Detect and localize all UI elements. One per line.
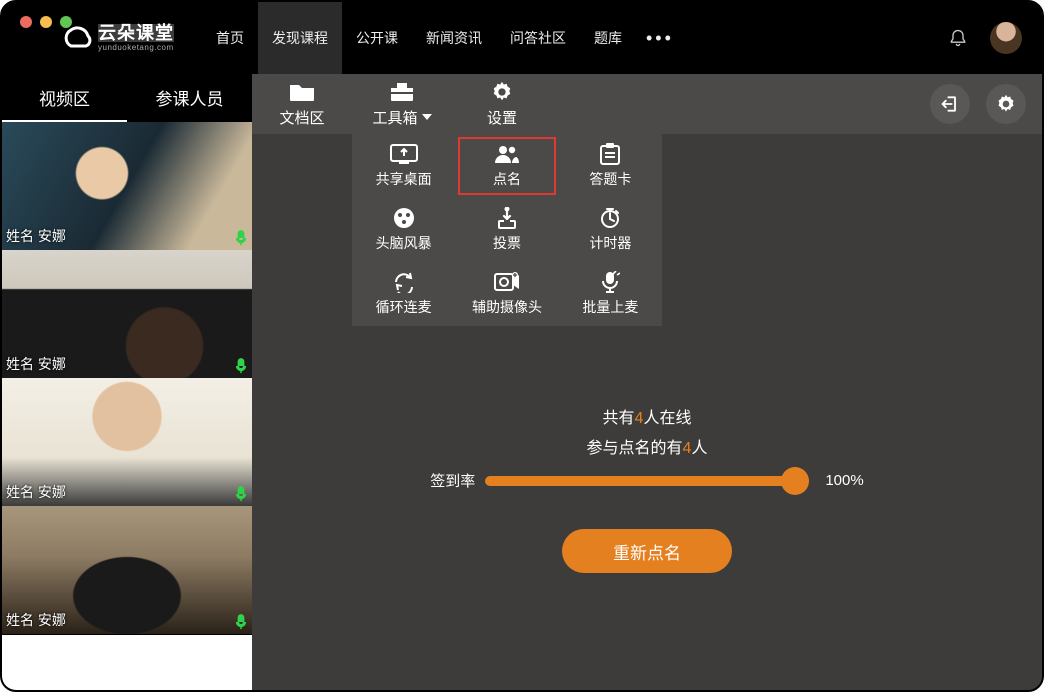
nav-open-courses[interactable]: 公开课	[342, 2, 412, 74]
tool-aux-camera[interactable]: 辅助摄像头	[455, 262, 558, 326]
tab-toolbox[interactable]: 工具箱	[352, 74, 452, 134]
top-nav: 首页 发现课程 公开课 新闻资讯 问答社区 题库 •••	[202, 2, 684, 74]
nav-news[interactable]: 新闻资讯	[412, 2, 496, 74]
app-window: 云朵课堂 yunduoketang.com 首页 发现课程 公开课 新闻资讯 问…	[0, 0, 1044, 692]
signin-rate-bar	[485, 476, 795, 486]
mic-active-icon	[234, 230, 248, 246]
rollcall-stats: 共有4人在线 参与点名的有4人 签到率 100% 重新点名	[252, 404, 1042, 573]
main-panel: 文档区 工具箱 设置	[252, 74, 1042, 690]
user-avatar[interactable]	[990, 22, 1022, 54]
main-tabs: 文档区 工具箱 设置	[252, 74, 1042, 134]
mic-active-icon	[234, 486, 248, 502]
tab-participants[interactable]: 参课人员	[127, 74, 252, 122]
vote-icon	[497, 207, 517, 229]
tool-loop-mic[interactable]: 循环连麦	[352, 262, 455, 326]
chevron-down-icon	[422, 114, 432, 120]
brainstorm-icon	[393, 207, 415, 229]
tool-batch-mic[interactable]: 批量上麦	[559, 262, 662, 326]
video-tile[interactable]: 姓名 安娜	[2, 378, 252, 506]
video-list: 姓名 安娜 姓名 安娜 姓名 安娜 姓名 安娜	[2, 122, 252, 690]
nav-discover-courses[interactable]: 发现课程	[258, 2, 342, 74]
video-tile[interactable]: 姓名 安娜	[2, 250, 252, 378]
batch-mic-icon	[600, 271, 620, 293]
top-bar: 云朵课堂 yunduoketang.com 首页 发现课程 公开课 新闻资讯 问…	[2, 2, 1042, 74]
tool-roll-call[interactable]: 点名	[455, 134, 558, 198]
signin-rate-value: 100%	[825, 472, 863, 489]
exit-button[interactable]	[930, 84, 970, 124]
empty-video-slot	[2, 634, 252, 690]
people-icon	[494, 143, 520, 165]
video-tile[interactable]: 姓名 安娜	[2, 506, 252, 634]
sidebar: 视频区 参课人员 姓名 安娜 姓名 安娜 姓名 安娜	[2, 74, 252, 690]
tab-video-area[interactable]: 视频区	[2, 74, 127, 122]
brand-name: 云朵课堂	[98, 24, 174, 42]
notifications-icon[interactable]	[948, 28, 968, 48]
minimize-window-button[interactable]	[40, 16, 52, 28]
mic-active-icon	[234, 358, 248, 374]
video-tile[interactable]: 姓名 安娜	[2, 122, 252, 250]
maximize-window-button[interactable]	[60, 16, 72, 28]
share-screen-icon	[390, 143, 418, 165]
camera-plus-icon	[494, 271, 520, 293]
tool-vote[interactable]: 投票	[455, 198, 558, 262]
tool-share-screen[interactable]: 共享桌面	[352, 134, 455, 198]
mic-active-icon	[234, 614, 248, 630]
rollcall-count-line: 参与点名的有4人	[587, 434, 708, 458]
signin-rate-label: 签到率	[430, 470, 475, 491]
nav-home[interactable]: 首页	[202, 2, 258, 74]
tab-settings[interactable]: 设置	[452, 74, 552, 134]
loop-mic-icon	[392, 271, 416, 293]
content-area: 视频区 参课人员 姓名 安娜 姓名 安娜 姓名 安娜	[2, 74, 1042, 690]
nav-question-bank[interactable]: 题库	[580, 2, 636, 74]
timer-icon	[599, 207, 621, 229]
folder-icon	[289, 81, 315, 103]
exit-icon	[940, 94, 960, 114]
brand-domain: yunduoketang.com	[98, 44, 174, 52]
cloud-logo-icon	[62, 24, 92, 52]
nav-qa-community[interactable]: 问答社区	[496, 2, 580, 74]
signin-rate-row: 签到率 100%	[430, 470, 863, 491]
redo-rollcall-button[interactable]: 重新点名	[562, 529, 732, 573]
toolbox-icon	[389, 81, 415, 103]
brand-logo[interactable]: 云朵课堂 yunduoketang.com	[62, 24, 174, 52]
window-controls	[20, 16, 72, 28]
nav-more[interactable]: •••	[636, 2, 684, 74]
answer-card-icon	[600, 143, 620, 165]
gear-icon	[996, 94, 1016, 114]
tool-brainstorm[interactable]: 头脑风暴	[352, 198, 455, 262]
close-window-button[interactable]	[20, 16, 32, 28]
gear-icon	[491, 81, 513, 103]
online-count-line: 共有4人在线	[603, 404, 692, 428]
tool-answer-card[interactable]: 答题卡	[559, 134, 662, 198]
progress-handle[interactable]	[781, 467, 809, 495]
toolbox-dropdown: 共享桌面 点名 答题卡 头脑风暴 投票	[352, 134, 662, 326]
settings-button[interactable]	[986, 84, 1026, 124]
tab-documents[interactable]: 文档区	[252, 74, 352, 134]
tool-timer[interactable]: 计时器	[559, 198, 662, 262]
